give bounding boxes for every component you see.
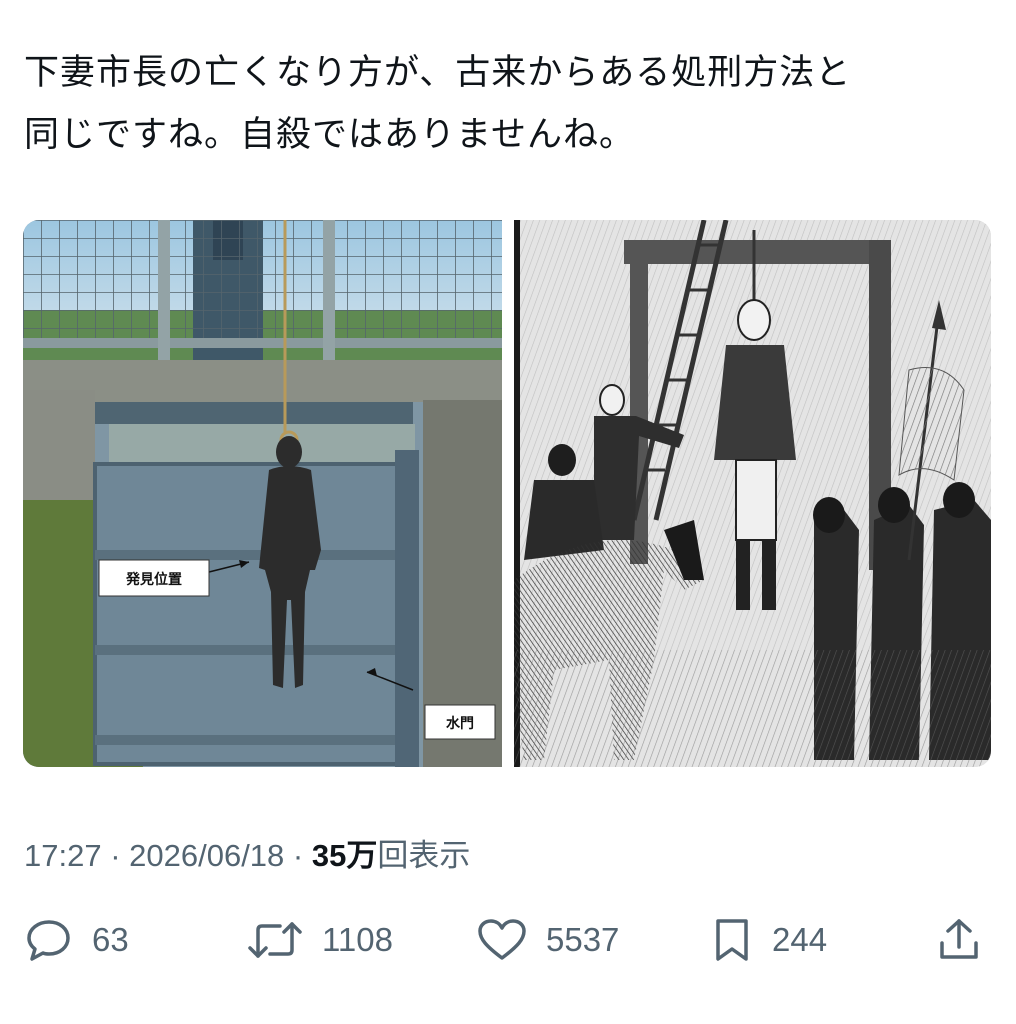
reply-button[interactable]: 63 [24, 918, 129, 962]
media-grid: 発見位置 水門 [23, 220, 991, 767]
bookmark-count: 244 [772, 921, 828, 958]
tweet-time[interactable]: 17:27 [24, 838, 102, 873]
tweet-date[interactable]: 2026/06/18 [129, 838, 284, 873]
sluice-gate-illustration: 発見位置 水門 [23, 220, 502, 767]
reply-count: 63 [92, 921, 129, 958]
tweet-meta: 17:27 · 2026/06/18 · 35万回表示 [24, 830, 470, 875]
tweet-text-line-1: 下妻市長の亡くなり方が、古来からある処刑方法と [24, 53, 852, 93]
engraving-illustration [514, 220, 991, 767]
meta-separator-1: · [101, 838, 130, 873]
label-sluice-gate: 水門 [446, 715, 474, 732]
retweet-icon [248, 922, 302, 958]
heart-icon [478, 919, 526, 960]
view-count-label: 回表示 [377, 838, 471, 873]
view-count: 35万 [311, 838, 378, 873]
tweet-text-line-2: 同じですね。自殺ではありませんね。 [24, 115, 635, 155]
label-found-location: 発見位置 [125, 571, 182, 588]
tweet-text: 下妻市長の亡くなり方が、古来からある処刑方法と 同じですね。自殺ではありませんね… [24, 42, 992, 166]
like-count: 5537 [546, 921, 620, 958]
retweet-count: 1108 [322, 921, 393, 958]
media-image-engraving[interactable] [514, 220, 991, 767]
share-icon [940, 919, 978, 959]
like-button[interactable]: 5537 [476, 918, 619, 962]
share-button[interactable] [936, 918, 982, 962]
meta-separator-2: · [284, 838, 312, 873]
media-image-sluice-gate[interactable]: 発見位置 水門 [23, 220, 502, 767]
action-bar: 63 1108 5537 244 [0, 900, 1016, 980]
reply-icon [27, 920, 70, 961]
bookmark-icon [716, 919, 748, 961]
retweet-button[interactable]: 1108 [246, 918, 393, 962]
bookmark-button[interactable]: 244 [710, 918, 827, 962]
